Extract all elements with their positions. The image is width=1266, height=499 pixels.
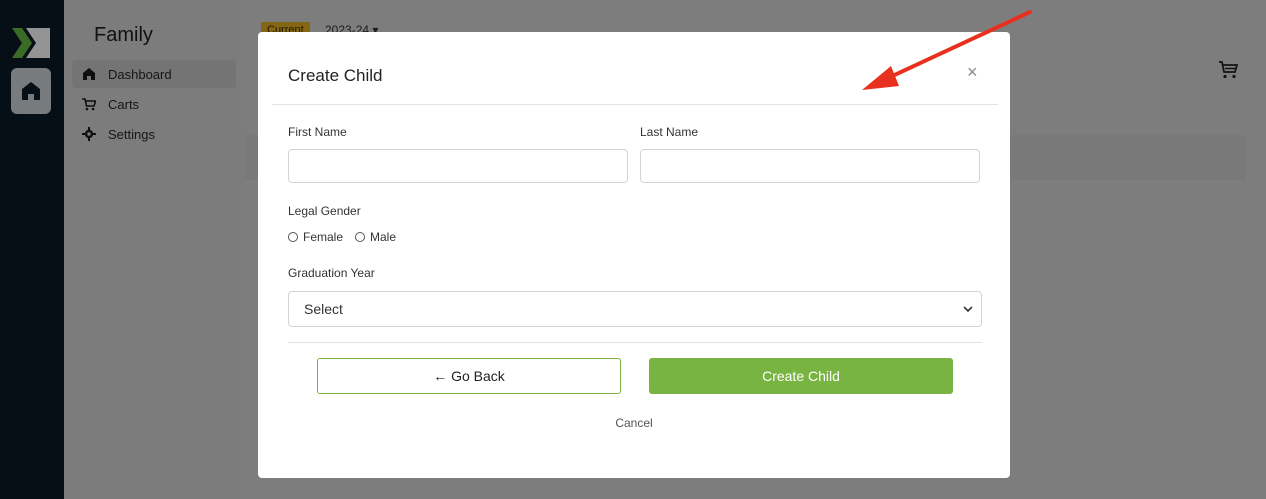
annotation-arrow xyxy=(862,10,1032,90)
